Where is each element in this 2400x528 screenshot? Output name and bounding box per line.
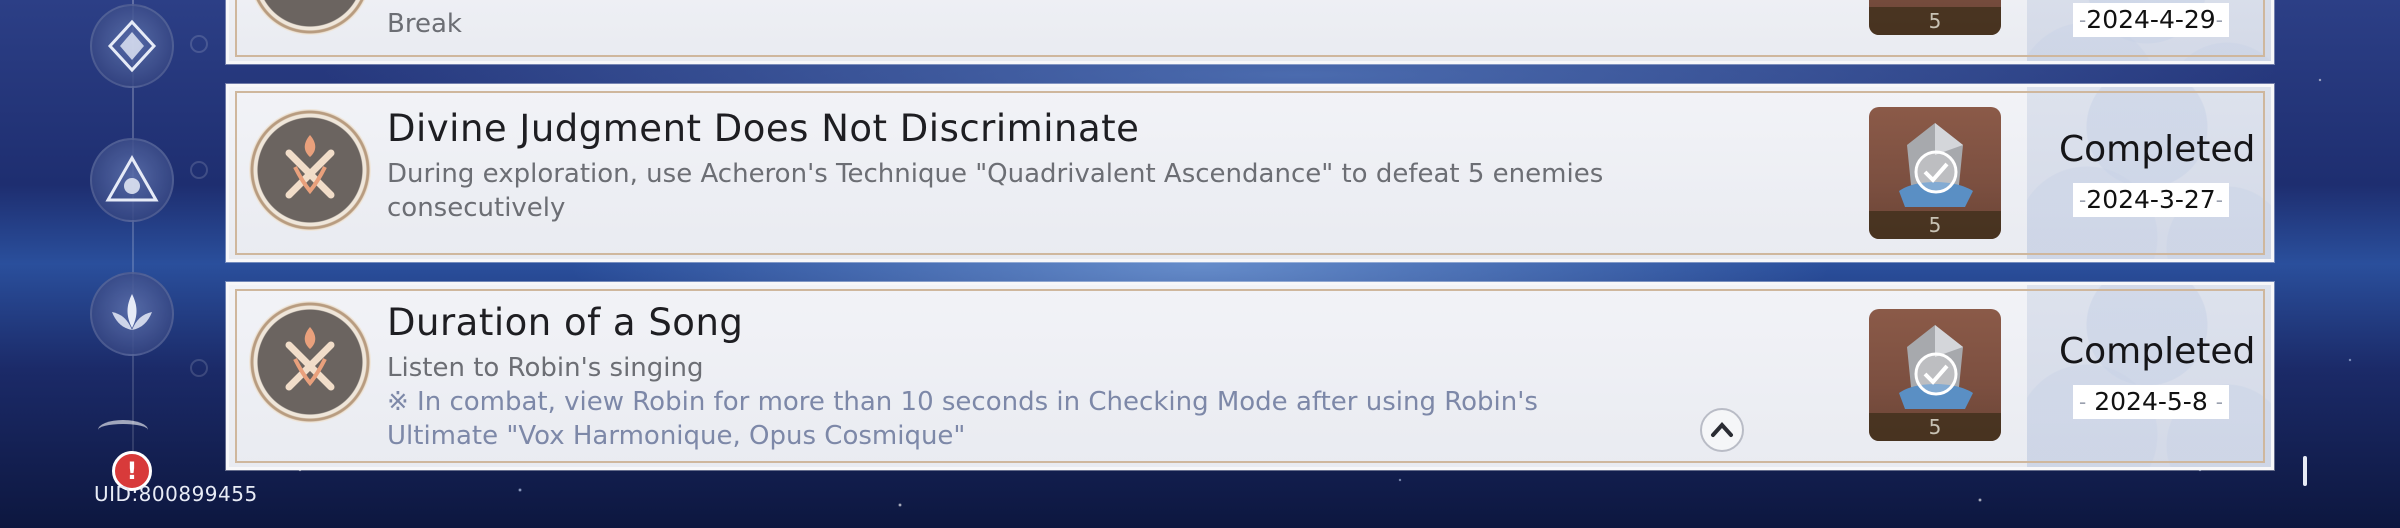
achievement-description: Listen to Robin's singing — [387, 353, 704, 383]
achievement-title: Duration of a Song — [387, 301, 744, 344]
achievement-note: ※ In combat, view Robin for more than 10… — [387, 387, 1538, 451]
achievement-emblem-icon — [249, 109, 371, 231]
sidebar-dot — [190, 359, 208, 377]
achievement-description: Break — [387, 9, 462, 39]
status-panel — [2027, 87, 2271, 259]
checkmark-icon — [1914, 150, 1958, 194]
reward-count: 5 — [1869, 7, 2001, 35]
achievement-title: Divine Judgment Does Not Discriminate — [387, 107, 1140, 150]
achievement-emblem-icon — [249, 0, 371, 35]
completion-date: 2024-3-27 — [2073, 183, 2229, 217]
reward-count: 5 — [1869, 211, 2001, 239]
reward-count: 5 — [1869, 413, 2001, 441]
sidebar: ! UID:800899455 — [0, 0, 257, 528]
emblem-partial-icon[interactable] — [98, 420, 148, 440]
achievement-description: During exploration, use Acheron's Techni… — [387, 159, 1604, 223]
status-panel — [2027, 285, 2271, 467]
achievement-emblem-icon — [249, 301, 371, 423]
completion-date: 2024-5-8 — [2073, 385, 2229, 419]
reward-item[interactable]: 5 — [1869, 309, 2001, 441]
scrollbar[interactable] — [2303, 456, 2307, 486]
checkmark-icon — [1914, 352, 1958, 396]
completion-status: Completed — [2059, 129, 2256, 170]
sidebar-dot — [190, 161, 208, 179]
completion-status: Completed — [2059, 331, 2256, 372]
reward-item[interactable]: 5 — [1869, 0, 2001, 35]
emblem-diamond-icon[interactable] — [90, 4, 174, 88]
uid-label: UID:800899455 — [94, 482, 258, 506]
achievement-card[interactable]: Break 5 2024-4-29 — [226, 0, 2274, 64]
achievement-card[interactable]: Duration of a Song Listen to Robin's sin… — [226, 282, 2274, 470]
completion-date: 2024-4-29 — [2073, 3, 2229, 37]
sidebar-dot — [190, 35, 208, 53]
achievement-card[interactable]: Divine Judgment Does Not Discriminate Du… — [226, 84, 2274, 262]
emblem-triangle-icon[interactable] — [90, 138, 174, 222]
chevron-up-icon — [1711, 422, 1733, 437]
scroll-to-top-button[interactable] — [1700, 408, 1744, 452]
reward-item[interactable]: 5 — [1869, 107, 2001, 239]
emblem-lotus-icon[interactable] — [90, 272, 174, 356]
